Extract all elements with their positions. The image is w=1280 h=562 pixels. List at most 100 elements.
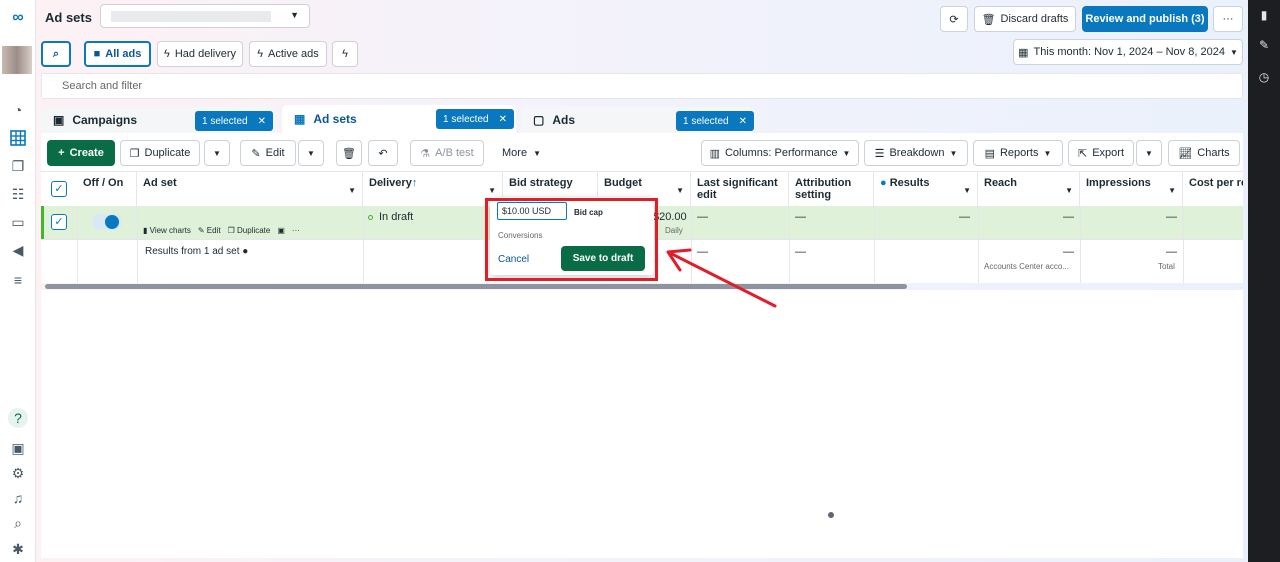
summary-impressions-note: Total: [1158, 262, 1175, 271]
col-attribution[interactable]: Attribution setting: [789, 172, 874, 206]
col-off-on[interactable]: Off / On: [77, 172, 137, 206]
pencil-icon[interactable]: ✎: [1256, 38, 1272, 54]
col-divider: [874, 206, 875, 283]
duplicate-icon: ❐: [227, 226, 235, 235]
chevron-down-icon: ▼: [676, 186, 684, 195]
edit-link[interactable]: ✎ Edit: [198, 226, 221, 235]
search-icon: ⌕: [52, 47, 60, 60]
menu-icon[interactable]: ≡: [8, 270, 28, 290]
col-last-edit[interactable]: Last significant edit: [691, 172, 789, 206]
col-divider: [978, 206, 979, 283]
lightning-icon: ϟ: [257, 48, 264, 60]
select-all-checkbox[interactable]: ✓: [51, 181, 67, 197]
had-delivery-filter[interactable]: ϟ Had delivery: [157, 41, 243, 67]
trash-icon: 🗑︎: [342, 147, 356, 160]
attribution-value: —: [795, 211, 806, 223]
search-icon[interactable]: ⌕: [8, 513, 28, 533]
refresh-button[interactable]: ⟳: [940, 6, 968, 32]
delivery-toggle[interactable]: [92, 214, 122, 230]
summary-reach: —: [1063, 246, 1074, 258]
adsets-selection-chip[interactable]: 1 selected ✕: [436, 109, 514, 129]
ab-test-button[interactable]: ⚗ A/B test: [410, 140, 484, 166]
row-checkbox[interactable]: ✓: [51, 214, 67, 230]
pencil-icon: ✎: [251, 147, 261, 160]
edit-dropdown[interactable]: ▼: [298, 140, 324, 166]
campaigns-selection-chip[interactable]: 1 selected ✕: [195, 111, 273, 131]
col-divider: [363, 206, 364, 283]
meta-logo-icon[interactable]: ∞: [8, 8, 28, 28]
col-divider: [691, 206, 692, 283]
bell-icon[interactable]: ♫: [8, 488, 28, 508]
view-charts-link[interactable]: ▮ View charts: [143, 226, 191, 235]
info-icon: ●: [880, 177, 887, 189]
summary-reach-note: Accounts Center acco...: [984, 262, 1069, 271]
delivery-status: In draft: [368, 211, 413, 223]
reports-menu[interactable]: ▤ Reports ▼: [973, 140, 1063, 166]
more-icon[interactable]: ···: [292, 226, 300, 235]
toggle-knob: [105, 215, 119, 229]
export-button[interactable]: ⇱ Export: [1068, 140, 1134, 166]
row-actions: ▮ View charts ✎ Edit ❐ Duplicate ▣ ···: [143, 226, 300, 235]
duplicate-link[interactable]: ❐ Duplicate: [228, 226, 271, 235]
col-results[interactable]: ● Results ▼: [874, 172, 978, 206]
chevron-down-icon: ▼: [949, 148, 958, 158]
col-reach[interactable]: Reach ▼: [978, 172, 1080, 206]
active-ads-filter[interactable]: ϟ Active ads: [249, 41, 327, 67]
edit-button[interactable]: ✎ Edit: [240, 140, 296, 166]
col-divider: [789, 206, 790, 283]
clock-icon[interactable]: ◷: [1256, 70, 1272, 86]
duplicate-dropdown[interactable]: ▼: [204, 140, 230, 166]
audiences-icon[interactable]: ☷: [8, 184, 28, 204]
chevron-down-icon: ▼: [488, 186, 496, 195]
delete-button[interactable]: 🗑︎: [336, 140, 362, 166]
more-menu[interactable]: More ▼: [502, 147, 541, 159]
budget-value[interactable]: $20.00: [653, 211, 687, 223]
duplicate-button[interactable]: ❐ Duplicate: [120, 140, 200, 166]
col-delivery[interactable]: Delivery↑ ▼: [363, 172, 503, 206]
create-button[interactable]: + Create: [47, 140, 115, 166]
events-icon[interactable]: ▣: [8, 438, 28, 458]
image-icon[interactable]: ▣: [277, 226, 285, 235]
summary-attribution: —: [795, 246, 806, 258]
ad-icon: ▢: [533, 113, 545, 127]
adset-selector[interactable]: ▼: [100, 4, 310, 28]
review-publish-button[interactable]: Review and publish (3): [1082, 6, 1208, 32]
ads-selection-chip[interactable]: 1 selected ✕: [676, 111, 754, 131]
col-cost-per-result[interactable]: Cost per res: [1183, 172, 1243, 206]
close-icon[interactable]: ✕: [739, 116, 747, 127]
col-impressions[interactable]: Impressions ▼: [1080, 172, 1183, 206]
dashboard-icon[interactable]: ◔: [8, 100, 28, 120]
close-icon[interactable]: ✕: [499, 114, 507, 125]
breakdown-menu[interactable]: ☰ Breakdown ▼: [864, 140, 968, 166]
charts-button[interactable]: 📈︎ Charts: [1168, 140, 1240, 166]
date-range-picker[interactable]: ▦ This month: Nov 1, 2024 – Nov 8, 2024 ▼: [1013, 39, 1243, 65]
search-field[interactable]: Search and filter: [41, 73, 1243, 99]
table-icon[interactable]: [8, 128, 28, 148]
col-adset[interactable]: Ad set ▼: [137, 172, 363, 206]
help-icon[interactable]: ?: [8, 408, 28, 428]
settings-icon[interactable]: ⚙: [8, 463, 28, 483]
quick-filter-button[interactable]: ϟ: [332, 41, 358, 67]
close-icon[interactable]: ✕: [258, 116, 266, 127]
col-divider: [77, 206, 78, 283]
summary-last-edit: —: [697, 246, 708, 258]
empty-area: [41, 290, 1243, 558]
discard-drafts-button[interactable]: 🗑︎ Discard drafts: [974, 6, 1076, 32]
export-icon: ⇱: [1077, 147, 1088, 160]
megaphone-icon[interactable]: ◀: [8, 240, 28, 260]
lightning-icon: ϟ: [164, 48, 170, 60]
bar-chart-icon[interactable]: ▮: [1256, 8, 1272, 24]
billing-icon[interactable]: ▭: [8, 212, 28, 232]
undo-button[interactable]: ↶: [368, 140, 398, 166]
horizontal-scrollbar[interactable]: [45, 284, 907, 289]
pages-icon[interactable]: ❐: [8, 156, 28, 176]
refresh-icon: ⟳: [949, 13, 959, 26]
all-ads-filter[interactable]: ■ All ads: [84, 41, 151, 67]
export-dropdown[interactable]: ▼: [1136, 140, 1162, 166]
more-options-button[interactable]: ···: [1213, 6, 1243, 32]
columns-menu[interactable]: ▥ Columns: Performance ▼: [701, 140, 859, 166]
account-avatar-icon[interactable]: [2, 46, 32, 74]
chevron-down-icon: ▼: [1065, 186, 1073, 195]
search-button[interactable]: ⌕: [41, 41, 71, 67]
bug-icon[interactable]: ✱: [8, 539, 28, 559]
